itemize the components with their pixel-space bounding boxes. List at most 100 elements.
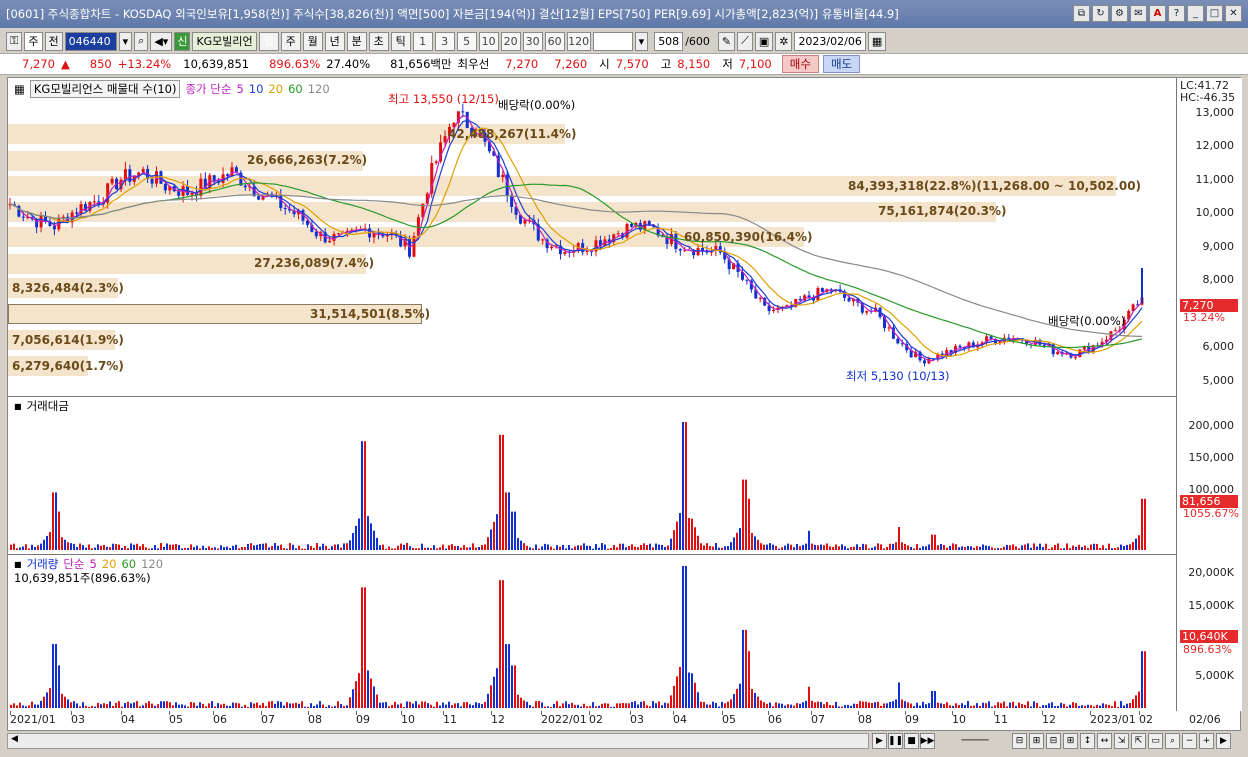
zoom-out-icon[interactable]: − <box>1182 733 1197 749</box>
interval-input[interactable] <box>592 31 633 51</box>
view-icon-3[interactable]: ⊞ <box>1063 733 1078 749</box>
interval-3[interactable]: 3 <box>434 31 455 51</box>
scroll-right-icon[interactable]: ▶ <box>1216 733 1231 749</box>
search-icon[interactable]: ⌕ <box>134 31 149 51</box>
pause-icon[interactable]: ❚❚ <box>888 733 903 749</box>
arrow-icon-3[interactable]: ⇲ <box>1114 733 1129 749</box>
buy-button[interactable]: 매수 <box>781 55 819 73</box>
period-month[interactable]: 월 <box>302 31 323 51</box>
interval-10[interactable]: 10 <box>478 31 499 51</box>
period-tick[interactable]: 틱 <box>390 31 411 51</box>
forward-icon[interactable]: ▶▶ <box>920 733 935 749</box>
scroll-left-icon[interactable]: ◀ <box>11 734 18 744</box>
ma-120[interactable]: 120 <box>308 82 330 96</box>
arrow-icon-4[interactable]: ⇱ <box>1131 733 1146 749</box>
volume-bar <box>79 706 81 708</box>
prev-button[interactable]: 전 <box>44 31 63 51</box>
volume-bar <box>850 705 852 708</box>
arrow-icon-1[interactable]: ↕ <box>1080 733 1095 749</box>
volume-bar <box>949 545 951 550</box>
link-icon[interactable]: ⧉ <box>1073 5 1090 22</box>
config-icon[interactable]: ✲ <box>775 31 793 51</box>
stock-name[interactable]: KG모빌리언 <box>192 31 257 51</box>
lock-icon[interactable]: ⚿ <box>6 31 23 51</box>
volume-bar <box>850 547 852 550</box>
view-icon-2[interactable]: ⊟ <box>1046 733 1061 749</box>
code-input[interactable]: 046440 <box>64 31 117 51</box>
ma-10[interactable]: 10 <box>249 82 264 96</box>
chart-area[interactable]: 42,488,267(11.4%) 26,666,263(7.2%) 84,39… <box>7 77 1242 712</box>
help-icon[interactable]: ? <box>1168 5 1185 22</box>
volume-bar <box>556 701 558 708</box>
low-annotation: 최저 5,130 (10/13) <box>846 369 950 383</box>
interval-5[interactable]: 5 <box>456 31 477 51</box>
interval-30[interactable]: 30 <box>522 31 543 51</box>
volume-bar <box>700 701 702 708</box>
volume-bar <box>343 543 345 550</box>
amount-title[interactable]: 거래대금 <box>27 398 69 414</box>
mail-icon[interactable]: ✉ <box>1130 5 1147 22</box>
split-icon[interactable]: ⊟ <box>1012 733 1027 749</box>
play-icon[interactable]: ▶ <box>872 733 887 749</box>
ma-60[interactable]: 60 <box>288 82 303 96</box>
ma-20[interactable]: 20 <box>268 82 283 96</box>
panel-marker-icon: ■ <box>14 401 22 411</box>
zoom-slider[interactable]: ───── <box>945 733 1005 749</box>
interval-20[interactable]: 20 <box>500 31 521 51</box>
volume-bar <box>460 706 462 708</box>
settings-icon[interactable]: ⚙ <box>1111 5 1128 22</box>
minimize-button[interactable]: _ <box>1187 5 1204 22</box>
volume-bar <box>766 703 768 708</box>
moving-average-line <box>9 119 1143 360</box>
price-legend-title[interactable]: KG모빌리언스 매물대 수(10) <box>29 80 181 98</box>
volume-bar <box>40 543 42 550</box>
alert-icon[interactable]: A <box>1149 5 1166 22</box>
volume-bar <box>1033 701 1035 708</box>
count-input[interactable]: 508 <box>654 31 684 51</box>
dropdown-icon[interactable]: ▾ <box>118 31 133 51</box>
period-second[interactable]: 초 <box>368 31 389 51</box>
period-week[interactable]: 주 <box>280 31 301 51</box>
frame-icon[interactable]: ▭ <box>1148 733 1163 749</box>
ma-label[interactable]: 종가 단순 <box>185 81 231 97</box>
vol-ma-60[interactable]: 60 <box>121 557 136 571</box>
close-button[interactable]: ✕ <box>1225 5 1242 22</box>
save-icon[interactable]: ▣ <box>754 31 774 51</box>
calendar-icon[interactable]: ▦ <box>867 31 887 51</box>
magnify-icon[interactable]: ⌕ <box>1165 733 1180 749</box>
volume-bar <box>1078 544 1080 550</box>
line-icon[interactable]: ⟋ <box>737 31 753 51</box>
volume-bar <box>88 544 90 550</box>
zoom-in-icon[interactable]: + <box>1199 733 1214 749</box>
refresh-icon[interactable]: ↻ <box>1092 5 1109 22</box>
date-input[interactable]: 2023/02/06 <box>794 31 866 51</box>
view-icon-1[interactable]: ⊞ <box>1029 733 1044 749</box>
period-day[interactable]: 일 <box>258 31 279 51</box>
volume-bar <box>10 704 12 708</box>
volume-bar <box>778 548 780 550</box>
vol-ma-120[interactable]: 120 <box>141 557 163 571</box>
type-select[interactable]: 주 <box>24 31 43 51</box>
volume-bar <box>592 702 594 708</box>
interval-dropdown-icon[interactable]: ▾ <box>634 31 649 51</box>
period-year[interactable]: 년 <box>324 31 345 51</box>
interval-60[interactable]: 60 <box>544 31 565 51</box>
horizontal-scrollbar[interactable]: ◀ <box>7 733 869 749</box>
maximize-button[interactable]: □ <box>1206 5 1223 22</box>
stop-icon[interactable]: ■ <box>904 733 919 749</box>
period-minute[interactable]: 분 <box>346 31 367 51</box>
volume-bar <box>1120 544 1122 550</box>
volume-bar <box>484 701 486 708</box>
interval-120[interactable]: 120 <box>566 31 591 51</box>
speaker-icon[interactable]: ◀▾ <box>150 31 173 51</box>
volume-bar <box>490 685 492 708</box>
interval-1[interactable]: 1 <box>412 31 433 51</box>
volume-bar <box>601 703 603 708</box>
vol-ma-5[interactable]: 5 <box>89 557 96 571</box>
arrow-icon-2[interactable]: ↔ <box>1097 733 1112 749</box>
sell-button[interactable]: 매도 <box>822 55 861 73</box>
tool-icon[interactable]: ✎ <box>717 31 736 51</box>
vol-ma-20[interactable]: 20 <box>102 557 117 571</box>
ma-5[interactable]: 5 <box>236 82 243 96</box>
volume-bar <box>286 548 288 550</box>
